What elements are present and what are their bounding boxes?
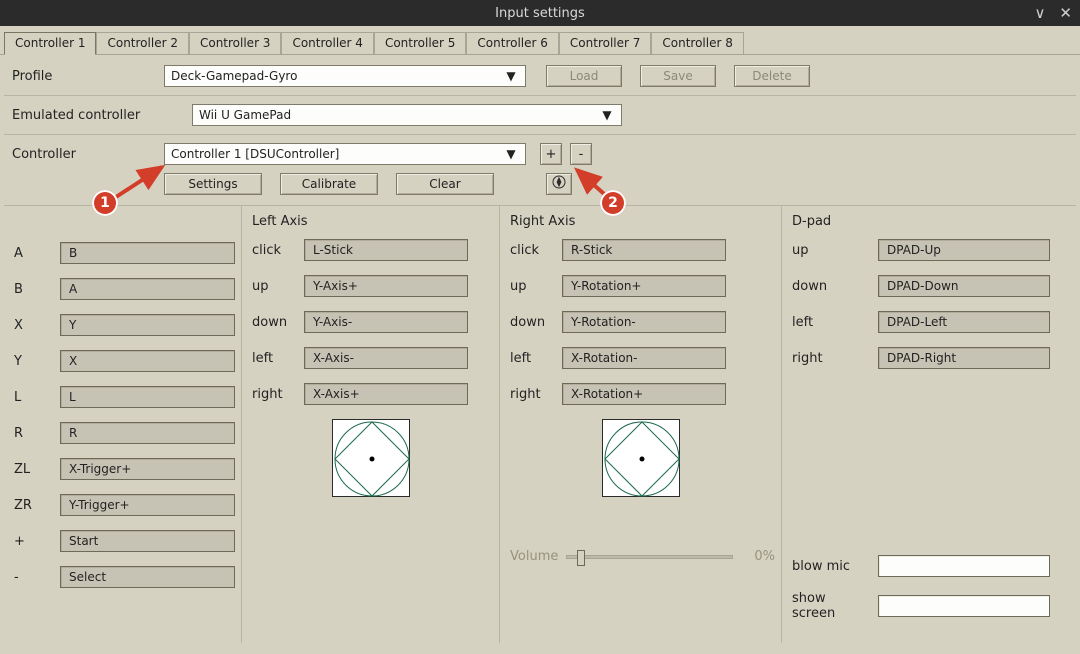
- bind-rstick-right[interactable]: X-Rotation+: [562, 383, 726, 405]
- chevron-down-icon: ▼: [599, 108, 615, 122]
- tab-controller-1[interactable]: Controller 1: [4, 32, 96, 55]
- bind-show-screen[interactable]: [878, 595, 1050, 617]
- controller-label: Controller: [4, 147, 164, 162]
- bind-dpad-up[interactable]: DPAD-Up: [878, 239, 1050, 261]
- volume-percent: 0%: [743, 549, 775, 564]
- dpad-column: D-pad upDPAD-Up downDPAD-Down leftDPAD-L…: [782, 206, 1076, 643]
- left-stick-visualizer: [332, 419, 410, 497]
- window-minimize-icon[interactable]: ∨: [1034, 4, 1045, 22]
- emulated-controller-combo[interactable]: Wii U GamePad ▼: [192, 104, 622, 126]
- controller-tabs: Controller 1 Controller 2 Controller 3 C…: [0, 26, 1080, 55]
- bind-plus[interactable]: Start: [60, 530, 235, 552]
- controller-value: Controller 1 [DSUController]: [171, 147, 339, 161]
- bind-rstick-up[interactable]: Y-Rotation+: [562, 275, 726, 297]
- tab-controller-6[interactable]: Controller 6: [466, 32, 558, 54]
- bind-dpad-down[interactable]: DPAD-Down: [878, 275, 1050, 297]
- window-close-icon[interactable]: ✕: [1059, 4, 1072, 22]
- window-title: Input settings: [495, 6, 585, 21]
- annotation-badge-1: 1: [92, 190, 118, 216]
- volume-label: Volume: [506, 549, 556, 564]
- bind-rstick-click[interactable]: R-Stick: [562, 239, 726, 261]
- tab-controller-2[interactable]: Controller 2: [96, 32, 188, 54]
- slider-thumb[interactable]: [577, 550, 585, 566]
- buttons-column: AB BA XY YX LL RR ZLX-Trigger+ ZRY-Trigg…: [4, 206, 242, 643]
- chevron-down-icon: ▼: [503, 69, 519, 83]
- bind-lstick-left[interactable]: X-Axis-: [304, 347, 468, 369]
- bind-blow-mic[interactable]: [878, 555, 1050, 577]
- profile-label: Profile: [4, 69, 164, 84]
- bind-b[interactable]: A: [60, 278, 235, 300]
- tab-controller-8[interactable]: Controller 8: [651, 32, 743, 54]
- load-button[interactable]: Load: [546, 65, 622, 87]
- tab-controller-4[interactable]: Controller 4: [281, 32, 373, 54]
- profile-combo[interactable]: Deck-Gamepad-Gyro ▼: [164, 65, 526, 87]
- tab-controller-3[interactable]: Controller 3: [189, 32, 281, 54]
- calibrate-button[interactable]: Calibrate: [280, 173, 378, 195]
- profile-value: Deck-Gamepad-Gyro: [171, 69, 297, 83]
- bind-lstick-up[interactable]: Y-Axis+: [304, 275, 468, 297]
- bind-l[interactable]: L: [60, 386, 235, 408]
- tab-controller-7[interactable]: Controller 7: [559, 32, 651, 54]
- bind-zr[interactable]: Y-Trigger+: [60, 494, 235, 516]
- bind-y[interactable]: X: [60, 350, 235, 372]
- bind-rstick-left[interactable]: X-Rotation-: [562, 347, 726, 369]
- emulated-controller-value: Wii U GamePad: [199, 108, 291, 122]
- bind-dpad-right[interactable]: DPAD-Right: [878, 347, 1050, 369]
- remove-controller-button[interactable]: -: [570, 143, 592, 165]
- clear-button[interactable]: Clear: [396, 173, 494, 195]
- settings-button[interactable]: Settings: [164, 173, 262, 195]
- bind-rstick-down[interactable]: Y-Rotation-: [562, 311, 726, 333]
- bind-dpad-left[interactable]: DPAD-Left: [878, 311, 1050, 333]
- save-button[interactable]: Save: [640, 65, 716, 87]
- compass-icon: [552, 175, 566, 193]
- sensor-toggle-button[interactable]: [546, 173, 572, 195]
- bind-r[interactable]: R: [60, 422, 235, 444]
- emulated-controller-label: Emulated controller: [4, 108, 192, 123]
- chevron-down-icon: ▼: [503, 147, 519, 161]
- bind-lstick-right[interactable]: X-Axis+: [304, 383, 468, 405]
- left-axis-column: Left Axis clickL-Stick upY-Axis+ downY-A…: [242, 206, 500, 643]
- bind-lstick-click[interactable]: L-Stick: [304, 239, 468, 261]
- bind-a[interactable]: B: [60, 242, 235, 264]
- right-axis-column: Right Axis clickR-Stick upY-Rotation+ do…: [500, 206, 782, 643]
- annotation-badge-2: 2: [600, 190, 626, 216]
- add-controller-button[interactable]: +: [540, 143, 562, 165]
- bind-zl[interactable]: X-Trigger+: [60, 458, 235, 480]
- bind-x[interactable]: Y: [60, 314, 235, 336]
- volume-slider[interactable]: [566, 555, 733, 559]
- tab-controller-5[interactable]: Controller 5: [374, 32, 466, 54]
- bind-minus[interactable]: Select: [60, 566, 235, 588]
- controller-combo[interactable]: Controller 1 [DSUController] ▼: [164, 143, 526, 165]
- right-stick-visualizer: [602, 419, 680, 497]
- delete-button[interactable]: Delete: [734, 65, 810, 87]
- bind-lstick-down[interactable]: Y-Axis-: [304, 311, 468, 333]
- titlebar: Input settings ∨ ✕: [0, 0, 1080, 26]
